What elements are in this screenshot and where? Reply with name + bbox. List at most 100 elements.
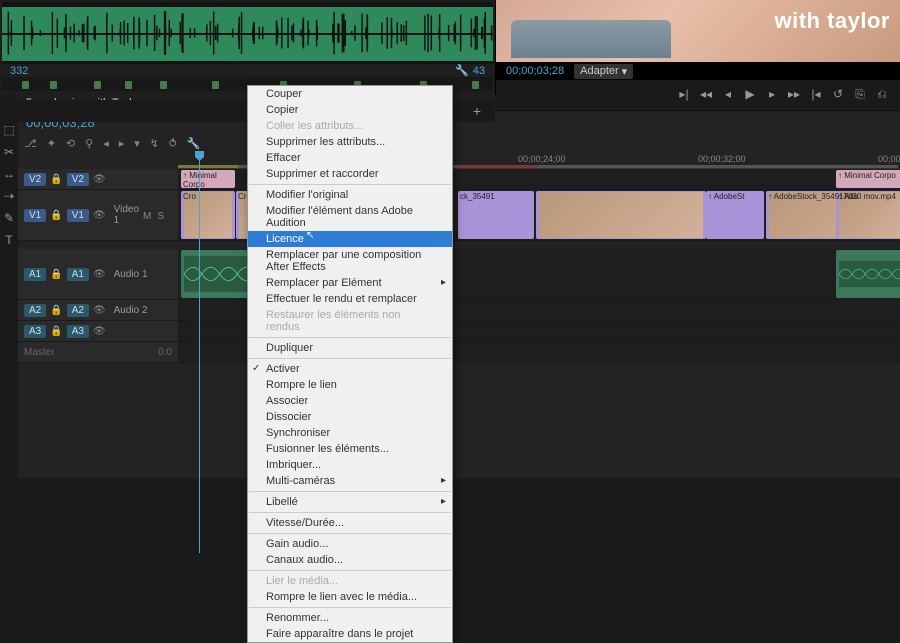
track-tag[interactable]: A2 [24,304,46,317]
tool-4[interactable]: ⇢ [2,189,16,203]
timeline-ctrl-4[interactable]: ◂ [103,137,109,150]
clip[interactable]: ↑ AdobeSt [706,191,764,239]
track-head-a2[interactable]: A2🔒A2👁Audio 2 [18,300,178,320]
transport-button-4[interactable]: ▸ [762,84,782,104]
tool-6[interactable]: T [2,233,16,247]
clip[interactable]: ↑ Minimal Corpo [181,170,235,188]
playhead[interactable] [199,153,200,553]
tool-5[interactable]: ✎ [2,211,16,225]
track-tag2[interactable]: A3 [67,325,89,338]
menu-item[interactable]: Couper [248,86,452,102]
transport-button-6[interactable]: |◂ [806,84,826,104]
transport-button-5[interactable]: ▸▸ [784,84,804,104]
menu-item[interactable]: Activer [248,361,452,377]
clip[interactable] [536,191,706,239]
audio-waveform[interactable] [2,2,493,64]
program-video[interactable]: with taylor [496,0,900,62]
lock-icon[interactable]: 🔒 [50,174,62,185]
transport-button-9[interactable]: ⎌ [872,84,892,104]
marker[interactable] [125,81,132,89]
clip[interactable]: ck_35491 [458,191,534,239]
timeline-ctrl-3[interactable]: ⚲ [85,137,93,150]
menu-item[interactable]: Imbriquer... [248,457,452,473]
toggle-icon[interactable]: 👁 [93,210,106,221]
track-tag2[interactable]: A2 [67,304,89,317]
timeline-ctrl-2[interactable]: ⟲ [66,137,75,150]
transport-button-7[interactable]: ↺ [828,84,848,104]
menu-item[interactable]: Copier [248,102,452,118]
lock-icon[interactable]: 🔒 [50,326,62,337]
marker[interactable] [160,81,167,89]
add-button[interactable]: + [473,103,495,119]
menu-item[interactable]: Dupliquer [248,340,452,356]
track-tag[interactable]: A1 [24,268,46,281]
track-head-v2[interactable]: V2 🔒 V2 👁 [18,169,178,189]
timeline-ctrl-7[interactable]: ↯ [150,137,159,150]
menu-item[interactable]: Licence↖ [248,231,452,247]
lock-icon[interactable]: 🔒 [50,305,62,316]
menu-item[interactable]: Associer [248,393,452,409]
menu-item[interactable]: Remplacer par Elément [248,275,452,291]
tool-2[interactable]: ✂ [2,145,16,159]
timeline-ctrl-0[interactable]: ⎇ [24,137,37,150]
wrench-icon[interactable]: 🔧 [455,64,469,77]
fit-dropdown[interactable]: Adapter▾ [574,64,633,79]
menu-item[interactable]: Dissocier [248,409,452,425]
menu-item[interactable]: Gain audio... [248,536,452,552]
timeline-ctrl-5[interactable]: ▸ [119,137,125,150]
transport-button-1[interactable]: ◂◂ [696,84,716,104]
menu-item[interactable]: Supprimer les attributs... [248,134,452,150]
menu-item[interactable]: Synchroniser [248,425,452,441]
tool-1[interactable]: ⬚ [2,123,16,137]
transport-button-3[interactable]: ▶ [740,84,760,104]
menu-item[interactable]: Fusionner les éléments... [248,441,452,457]
menu-item[interactable]: Supprimer et raccorder [248,166,452,182]
menu-item[interactable]: Modifier l'élément dans Adobe Audition [248,203,452,231]
timeline-ctrl-6[interactable]: ▾ [134,137,140,150]
menu-item[interactable]: Rompre le lien [248,377,452,393]
toggle-icon[interactable]: 👁 [93,326,106,337]
menu-item[interactable]: Effectuer le rendu et remplacer [248,291,452,307]
menu-item[interactable]: Modifier l'original [248,187,452,203]
menu-item[interactable]: Multi-caméras [248,473,452,489]
timeline-ctrl-1[interactable]: ✦ [47,137,56,150]
menu-item[interactable]: Libellé [248,494,452,510]
clip[interactable] [836,250,900,298]
menu-item[interactable]: Effacer [248,150,452,166]
track-tag[interactable]: V1 [24,209,46,222]
lock-icon[interactable]: 🔒 [50,210,62,221]
clip[interactable]: ↑ Minimal Corpo [836,170,900,188]
marker[interactable] [472,81,479,89]
transport-button-2[interactable]: ◂ [718,84,738,104]
menu-item[interactable]: Renommer... [248,610,452,626]
menu-item[interactable]: Faire apparaître dans le projet [248,626,452,642]
track-tag2[interactable]: A1 [67,268,89,281]
menu-item[interactable]: Canaux audio... [248,552,452,568]
menu-item[interactable]: Vitesse/Durée... [248,515,452,531]
toggle-icon[interactable]: 👁 [93,174,106,185]
marker[interactable] [212,81,219,89]
track-tag2[interactable]: V1 [67,209,89,222]
track-head-a1[interactable]: A1🔒A1👁Audio 1 [18,249,178,299]
timeline-ctrl-9[interactable]: 🔧 [187,137,201,150]
track-tag2[interactable]: V2 [67,173,89,186]
track-tag[interactable]: V2 [24,173,46,186]
clip[interactable]: Cro [181,191,235,239]
marker[interactable] [50,81,57,89]
menu-item[interactable]: Remplacer par une composition After Effe… [248,247,452,275]
tool-3[interactable]: ↔ [2,167,16,181]
track-head-a3[interactable]: A3 🔒 A3 👁 [18,321,178,341]
marker[interactable] [22,81,29,89]
toggle-icon[interactable]: 👁 [93,305,106,316]
program-timecode[interactable]: 00;00;03;28 [506,65,564,77]
transport-button-8[interactable]: ⎘ [850,84,870,104]
menu-item[interactable]: Rompre le lien avec le média... [248,589,452,605]
toggle-icon[interactable]: 👁 [93,269,106,280]
track-head-v1[interactable]: V1🔒V1👁Video 1MS [18,190,178,240]
track-head-master[interactable]: Master0.0 [18,342,178,362]
lock-icon[interactable]: 🔒 [50,269,62,280]
track-tag[interactable]: A3 [24,325,46,338]
timeline-ctrl-8[interactable]: ⥀ [169,137,177,150]
transport-button-0[interactable]: ▸| [674,84,694,104]
marker[interactable] [94,81,101,89]
